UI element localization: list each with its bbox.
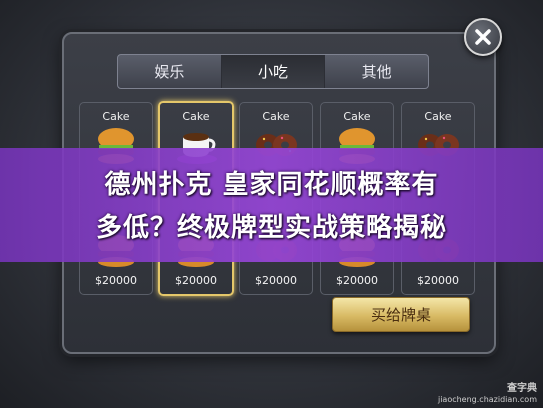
watermark-title: 查字典	[507, 383, 537, 394]
tab-snacks[interactable]: 小吃	[221, 55, 326, 88]
item-price: $20000	[336, 274, 378, 287]
item-price: $20000	[255, 274, 297, 287]
item-name: Cake	[102, 110, 130, 123]
item-name: Cake	[424, 110, 452, 123]
headline-line-1: 德州扑克 皇家同花顺概率有	[104, 170, 439, 200]
buy-for-table-button[interactable]: 买给牌桌	[332, 297, 470, 332]
item-price: $20000	[417, 274, 459, 287]
watermark-url: jiaocheng.chazidian.com	[437, 395, 537, 404]
item-name: Cake	[343, 110, 371, 123]
tab-entertainment[interactable]: 娱乐	[118, 55, 222, 88]
item-price: $20000	[175, 274, 217, 287]
item-name: Cake	[182, 110, 210, 123]
close-icon	[475, 29, 491, 45]
watermark: 查字典 jiaocheng.chazidian.com	[438, 383, 537, 405]
category-tabs: 娱乐 小吃 其他	[117, 54, 429, 89]
close-button[interactable]	[464, 18, 502, 56]
tab-other[interactable]: 其他	[325, 55, 428, 88]
headline-line-2: 多低？终极牌型实战策略揭秘	[95, 213, 447, 243]
item-name: Cake	[262, 110, 290, 123]
item-price: $20000	[95, 274, 137, 287]
